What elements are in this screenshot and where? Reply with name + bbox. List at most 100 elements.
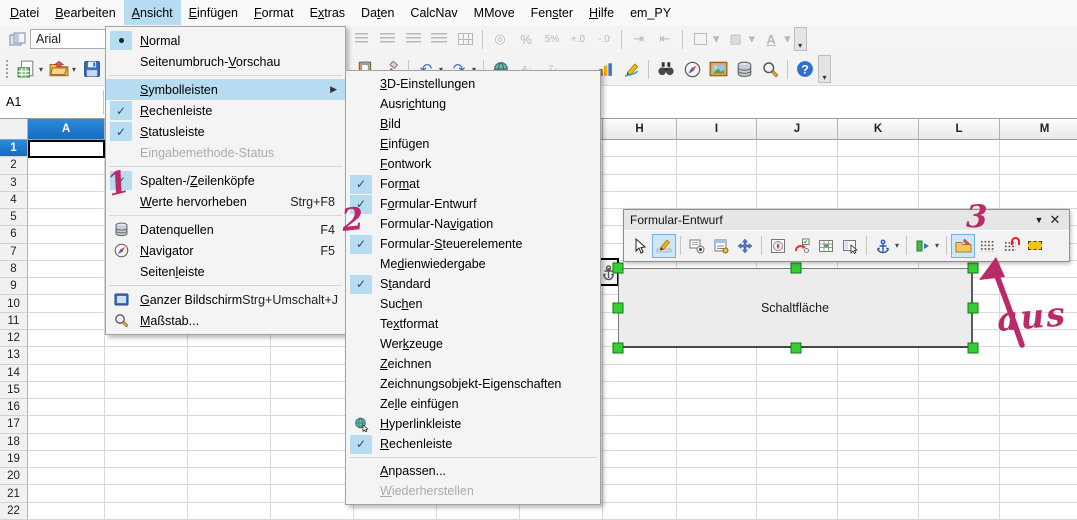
design-mode-button[interactable] [652,234,676,258]
data-sources-icon[interactable] [731,56,757,82]
select-all-corner[interactable] [0,119,28,140]
borders-icon[interactable] [687,26,713,52]
menu-item-rechenleiste[interactable]: ✓Rechenleiste [106,100,345,121]
row-header-19[interactable]: 19 [0,451,28,468]
row-header-6[interactable]: 6 [0,226,28,243]
resize-handle-top-middle[interactable] [790,263,801,274]
submenu-item-suchen[interactable]: Suchen [346,294,600,314]
row-header-20[interactable]: 20 [0,468,28,485]
column-header-A[interactable]: A [28,119,105,140]
position-size-button[interactable] [733,234,757,258]
open-in-design-mode-button[interactable] [951,234,975,258]
resize-handle-top-right[interactable] [968,263,979,274]
resize-handle-bottom-right[interactable] [968,343,979,354]
submenu-item-einfuegen[interactable]: Einfügen [346,134,600,154]
row-header-12[interactable]: 12 [0,330,28,347]
snap-to-grid-button[interactable] [999,234,1023,258]
submenu-item-formular-entwurf[interactable]: ✓Formular-Entwurf [346,194,600,214]
column-header-H[interactable]: H [603,119,677,140]
menu-hilfe[interactable]: Hilfe [581,0,622,25]
column-header-L[interactable]: L [919,119,1000,140]
row-header-11[interactable]: 11 [0,313,28,330]
merge-cells-icon[interactable] [452,26,478,52]
form-properties-button[interactable] [709,234,733,258]
toolbar-overflow-button[interactable]: ▾ [818,55,831,83]
submenu-item-textformat[interactable]: Textformat [346,314,600,334]
submenu-item-formular-steuerelemente[interactable]: ✓Formular-Steuerelemente [346,234,600,254]
submenu-item-formular-navigation[interactable]: Formular-Navigation [346,214,600,234]
menu-daten[interactable]: Daten [353,0,402,25]
menu-extras[interactable]: Extras [302,0,353,25]
percent-icon[interactable]: % [513,26,539,52]
background-color-icon[interactable]: ▨ [723,26,749,52]
submenu-item-zeichnungsobjekt-eigenschaften[interactable]: Zeichnungsobjekt-Eigenschaften [346,374,600,394]
select-button[interactable] [628,234,652,258]
add-decimal-icon[interactable]: +.0 [565,26,591,52]
font-color-icon[interactable]: A [758,26,784,52]
anchor-button[interactable] [871,234,895,258]
menu-item-seitenleiste[interactable]: Seitenleiste [106,261,345,282]
form-navigator-button[interactable] [766,234,790,258]
submenu-item-standard[interactable]: ✓Standard [346,274,600,294]
submenu-item-medienwiedergabe[interactable]: Medienwiedergabe [346,254,600,274]
menu-bearbeiten[interactable]: Bearbeiten [47,0,123,25]
zoom-icon[interactable] [757,56,783,82]
sidebar-icon[interactable] [4,26,30,52]
menu-item-spalten-zeilenkoepfe[interactable]: ✓Spalten-/Zeilenköpfe [106,170,345,191]
menu-item-datenquellen[interactable]: DatenquellenF4 [106,219,345,240]
row-header-21[interactable]: 21 [0,485,28,502]
align-dropdown[interactable]: ▾ [935,241,939,250]
form-push-button[interactable]: Schaltfläche [618,268,973,348]
row-header-22[interactable]: 22 [0,503,28,520]
row-header-7[interactable]: 7 [0,244,28,261]
row-header-10[interactable]: 10 [0,295,28,312]
menu-ansicht[interactable]: Ansicht [124,0,181,25]
menu-item-navigator[interactable]: NavigatorF5 [106,240,345,261]
indent-decrease-icon[interactable]: ⇤ [652,26,678,52]
navigator-icon[interactable] [679,56,705,82]
submenu-item-3d-einstellungen[interactable]: 3D-Einstellungen [346,74,600,94]
menu-item-werte-hervorheben[interactable]: Werte hervorhebenStrg+F8 [106,191,345,212]
new-document-dropdown[interactable]: ▾ [39,65,43,74]
menu-item-symbolleisten[interactable]: Symbolleisten▶ [106,79,345,100]
submenu-item-fontwork[interactable]: Fontwork [346,154,600,174]
menu-einfuegen[interactable]: Einfügen [181,0,246,25]
row-header-4[interactable]: 4 [0,192,28,209]
currency-icon[interactable]: ◎ [487,26,513,52]
row-header-13[interactable]: 13 [0,347,28,364]
resize-handle-top-left[interactable] [613,263,624,274]
column-header-K[interactable]: K [838,119,919,140]
help-icon[interactable]: ? [792,56,818,82]
row-header-16[interactable]: 16 [0,399,28,416]
menu-item-massstab[interactable]: Maßstab... [106,310,345,331]
row-header-3[interactable]: 3 [0,175,28,192]
align-left-icon[interactable] [348,26,374,52]
resize-handle-bottom-middle[interactable] [790,343,801,354]
submenu-item-zelle-einfuegen[interactable]: Zelle einfügen [346,394,600,414]
activation-order-button[interactable] [814,234,838,258]
submenu-item-anpassen[interactable]: Anpassen... [346,461,600,481]
menu-item-normal[interactable]: Normal [106,30,345,51]
row-header-18[interactable]: 18 [0,434,28,451]
number-format-icon[interactable]: 5% [539,26,565,52]
cell-reference-box[interactable]: A1 [0,90,104,114]
submenu-item-hyperlinkleiste[interactable]: Hyperlinkleiste [346,414,600,434]
selected-cell-A1[interactable] [28,140,105,158]
menu-fenster[interactable]: Fenster [523,0,581,25]
submenu-item-zeichnen[interactable]: Zeichnen [346,354,600,374]
menu-format[interactable]: Format [246,0,302,25]
menu-mmove[interactable]: MMove [466,0,523,25]
helplines-button[interactable] [1023,234,1047,258]
submenu-item-ausrichtung[interactable]: Ausrichtung [346,94,600,114]
menu-item-ganzer-bildschirm[interactable]: Ganzer BildschirmStrg+Umschalt+J [106,289,345,310]
menu-calcnav[interactable]: CalcNav [402,0,465,25]
row-header-2[interactable]: 2 [0,157,28,174]
align-right-icon[interactable] [400,26,426,52]
toolbar-grip[interactable] [5,59,10,79]
form-design-titlebar[interactable]: Formular-Entwurf ▼ ✕ [624,210,1069,230]
row-header-17[interactable]: 17 [0,416,28,433]
submenu-item-format[interactable]: ✓Format [346,174,600,194]
resize-handle-middle-right[interactable] [968,303,979,314]
row-header-9[interactable]: 9 [0,278,28,295]
menu-em-py[interactable]: em_PY [622,0,679,25]
